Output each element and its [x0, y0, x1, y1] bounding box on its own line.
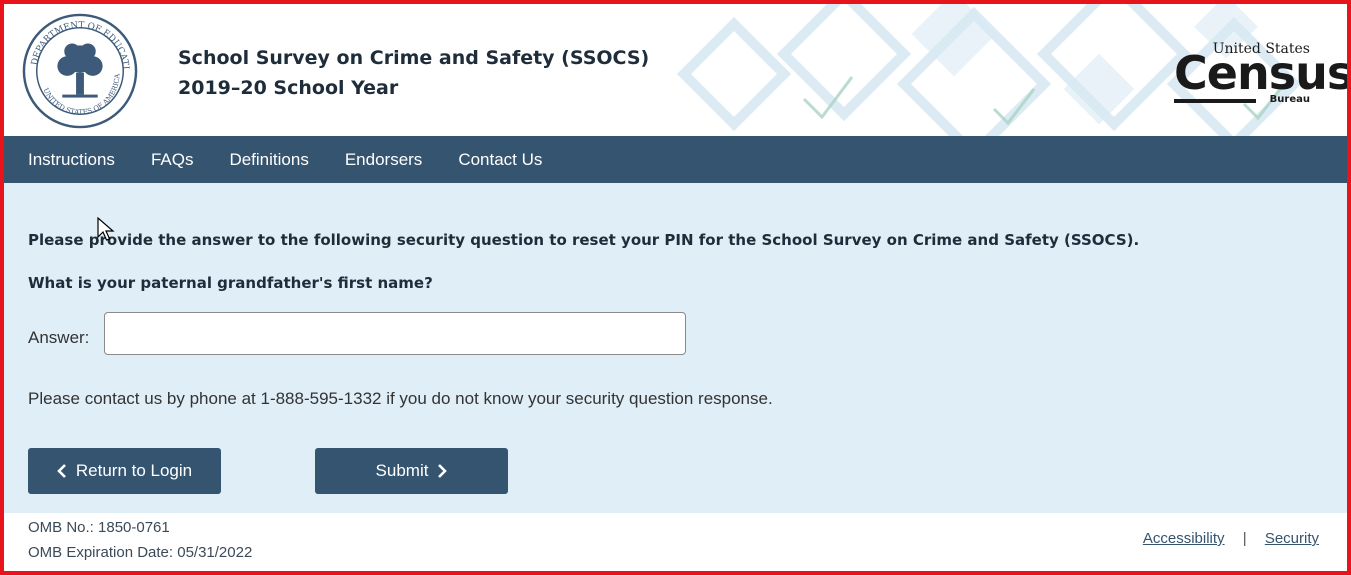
school-year-title: 2019–20 School Year [178, 77, 399, 99]
security-link[interactable]: Security [1265, 530, 1319, 547]
reset-pin-instructions: Please provide the answer to the followi… [28, 231, 1140, 249]
education-seal-logo: DEPARTMENT OF EDUCATION UNITED STATES OF… [20, 12, 138, 129]
footer-links: Accessibility | Security [1143, 530, 1319, 547]
answer-label: Answer: [28, 328, 90, 347]
submit-label: Submit [375, 461, 429, 480]
contact-phone-text: Please contact us by phone at 1-888-595-… [28, 389, 773, 408]
main-nav: Instructions FAQs Definitions Endorsers … [4, 136, 1347, 183]
nav-definitions[interactable]: Definitions [229, 150, 308, 170]
nav-contact-us[interactable]: Contact Us [458, 150, 542, 170]
census-logo-wordmark: Census [1174, 46, 1347, 100]
nav-endorsers[interactable]: Endorsers [345, 150, 422, 170]
nav-faqs[interactable]: FAQs [151, 150, 194, 170]
page-frame: DEPARTMENT OF EDUCATION UNITED STATES OF… [0, 0, 1351, 575]
survey-title: School Survey on Crime and Safety (SSOCS… [178, 47, 650, 69]
omb-expiration-date: OMB Expiration Date: 05/31/2022 [28, 544, 253, 561]
mouse-cursor-icon [97, 217, 115, 241]
census-bureau-logo: United States Census Bureau [1168, 36, 1347, 106]
footer-link-separator: | [1242, 530, 1247, 547]
submit-button[interactable]: Submit [315, 448, 508, 494]
site-header: DEPARTMENT OF EDUCATION UNITED STATES OF… [4, 4, 1347, 136]
return-to-login-button[interactable]: Return to Login [28, 448, 221, 494]
census-logo-bureau-text: Bureau [1269, 94, 1310, 105]
omb-number: OMB No.: 1850-0761 [28, 519, 170, 536]
census-logo-bar [1174, 99, 1256, 103]
security-question: What is your paternal grandfather's firs… [28, 274, 433, 292]
accessibility-link[interactable]: Accessibility [1143, 530, 1225, 547]
chevron-right-icon [438, 464, 448, 478]
page-footer: OMB No.: 1850-0761 OMB Expiration Date: … [4, 513, 1347, 571]
chevron-left-icon [57, 464, 66, 478]
answer-input[interactable] [104, 312, 686, 355]
return-to-login-label: Return to Login [75, 461, 193, 480]
nav-instructions[interactable]: Instructions [28, 150, 115, 170]
security-question-panel: Please provide the answer to the followi… [4, 183, 1347, 513]
